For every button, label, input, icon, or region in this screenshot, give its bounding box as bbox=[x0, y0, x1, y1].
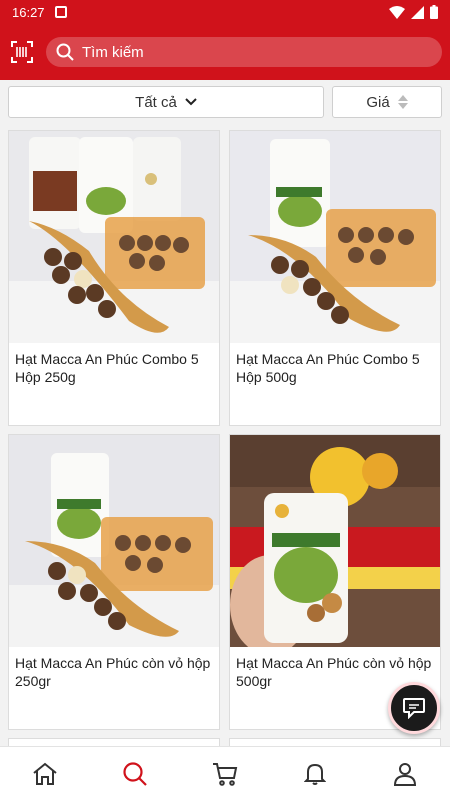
category-filter-label: Tất cả bbox=[135, 93, 177, 111]
app-header: Tìm kiếm bbox=[0, 24, 450, 80]
signal-icon bbox=[411, 5, 424, 19]
category-filter-dropdown[interactable]: Tất cả bbox=[8, 86, 324, 118]
chat-bubble-icon bbox=[403, 698, 425, 719]
product-name[interactable]: Hạt Macca An Phúc còn vỏ hộp 250gr bbox=[9, 647, 219, 690]
product-image[interactable] bbox=[230, 435, 440, 647]
bell-icon bbox=[304, 763, 326, 785]
user-icon bbox=[393, 762, 417, 786]
product-card[interactable]: Hạt Macca An Phúc Combo 5 Hộp 250g bbox=[8, 130, 220, 426]
status-bar: 16:27 bbox=[0, 0, 450, 24]
notification-image-icon bbox=[54, 6, 67, 18]
barcode-scan-button[interactable] bbox=[10, 40, 34, 64]
product-name[interactable]: Hạt Macca An Phúc Combo 5 Hộp 250g bbox=[9, 343, 219, 386]
home-icon bbox=[33, 762, 57, 785]
filter-row: Tất cả Giá bbox=[8, 86, 442, 120]
chevron-down-icon bbox=[185, 98, 197, 106]
product-card[interactable]: Hạt Macca An Phúc Combo 5 Hộp 500g bbox=[229, 130, 441, 426]
product-image[interactable] bbox=[9, 131, 219, 343]
product-card[interactable]: Hạt Macca An Phúc còn vỏ hộp 250gr bbox=[8, 434, 220, 730]
search-placeholder: Tìm kiếm bbox=[82, 43, 144, 61]
chat-button[interactable] bbox=[388, 682, 440, 734]
search-bar[interactable]: Tìm kiếm bbox=[46, 37, 442, 67]
nav-home[interactable] bbox=[25, 754, 65, 794]
barcode-scan-icon bbox=[11, 41, 33, 63]
product-image[interactable] bbox=[230, 131, 440, 343]
nav-account[interactable] bbox=[385, 754, 425, 794]
search-icon bbox=[123, 761, 147, 786]
search-icon bbox=[56, 43, 74, 61]
status-time: 16:27 bbox=[12, 4, 45, 20]
product-image[interactable] bbox=[9, 435, 219, 647]
wifi-icon bbox=[389, 5, 405, 19]
nav-search[interactable] bbox=[115, 754, 155, 794]
product-grid: Hạt Macca An Phúc Combo 5 Hộp 250g Hạt M… bbox=[8, 130, 442, 730]
nav-notifications[interactable] bbox=[295, 754, 335, 794]
status-icons bbox=[389, 5, 438, 19]
bottom-nav bbox=[0, 746, 450, 800]
app-root: 16:27 Tìm kiếm Tất cả Giá Hạt Macca An P… bbox=[0, 0, 450, 800]
price-sort-label: Giá bbox=[366, 93, 390, 111]
cart-icon bbox=[213, 762, 238, 786]
sort-arrows-icon bbox=[397, 95, 408, 109]
battery-icon bbox=[430, 5, 438, 19]
product-name[interactable]: Hạt Macca An Phúc Combo 5 Hộp 500g bbox=[230, 343, 440, 386]
price-sort-button[interactable]: Giá bbox=[332, 86, 442, 118]
nav-cart[interactable] bbox=[205, 754, 245, 794]
